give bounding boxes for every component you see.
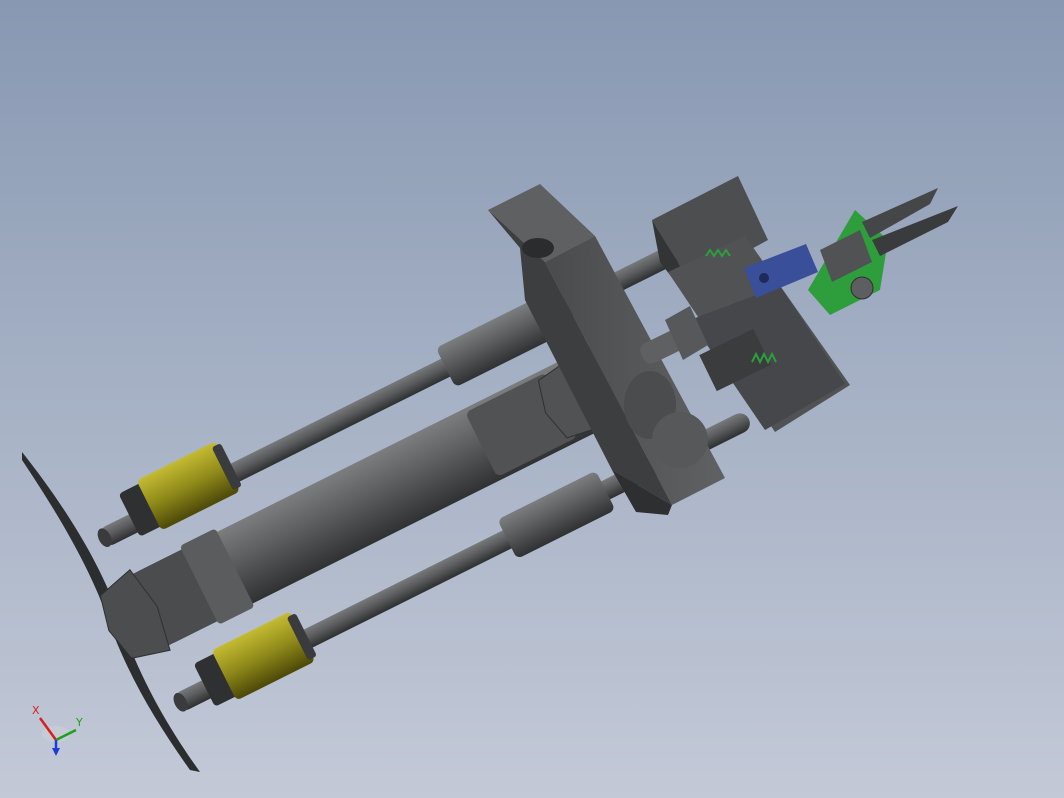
upper-linear-bushing — [119, 442, 241, 536]
lower-linear-bushing — [194, 612, 316, 706]
triad-y-label: Y — [75, 716, 83, 729]
graphics-viewport[interactable]: X Y — [0, 0, 1064, 798]
triad-x-label: X — [32, 704, 40, 717]
cad-model-view[interactable] — [0, 0, 1064, 798]
gripper-assembly — [640, 176, 958, 432]
coordinate-triad: X Y — [32, 704, 83, 756]
